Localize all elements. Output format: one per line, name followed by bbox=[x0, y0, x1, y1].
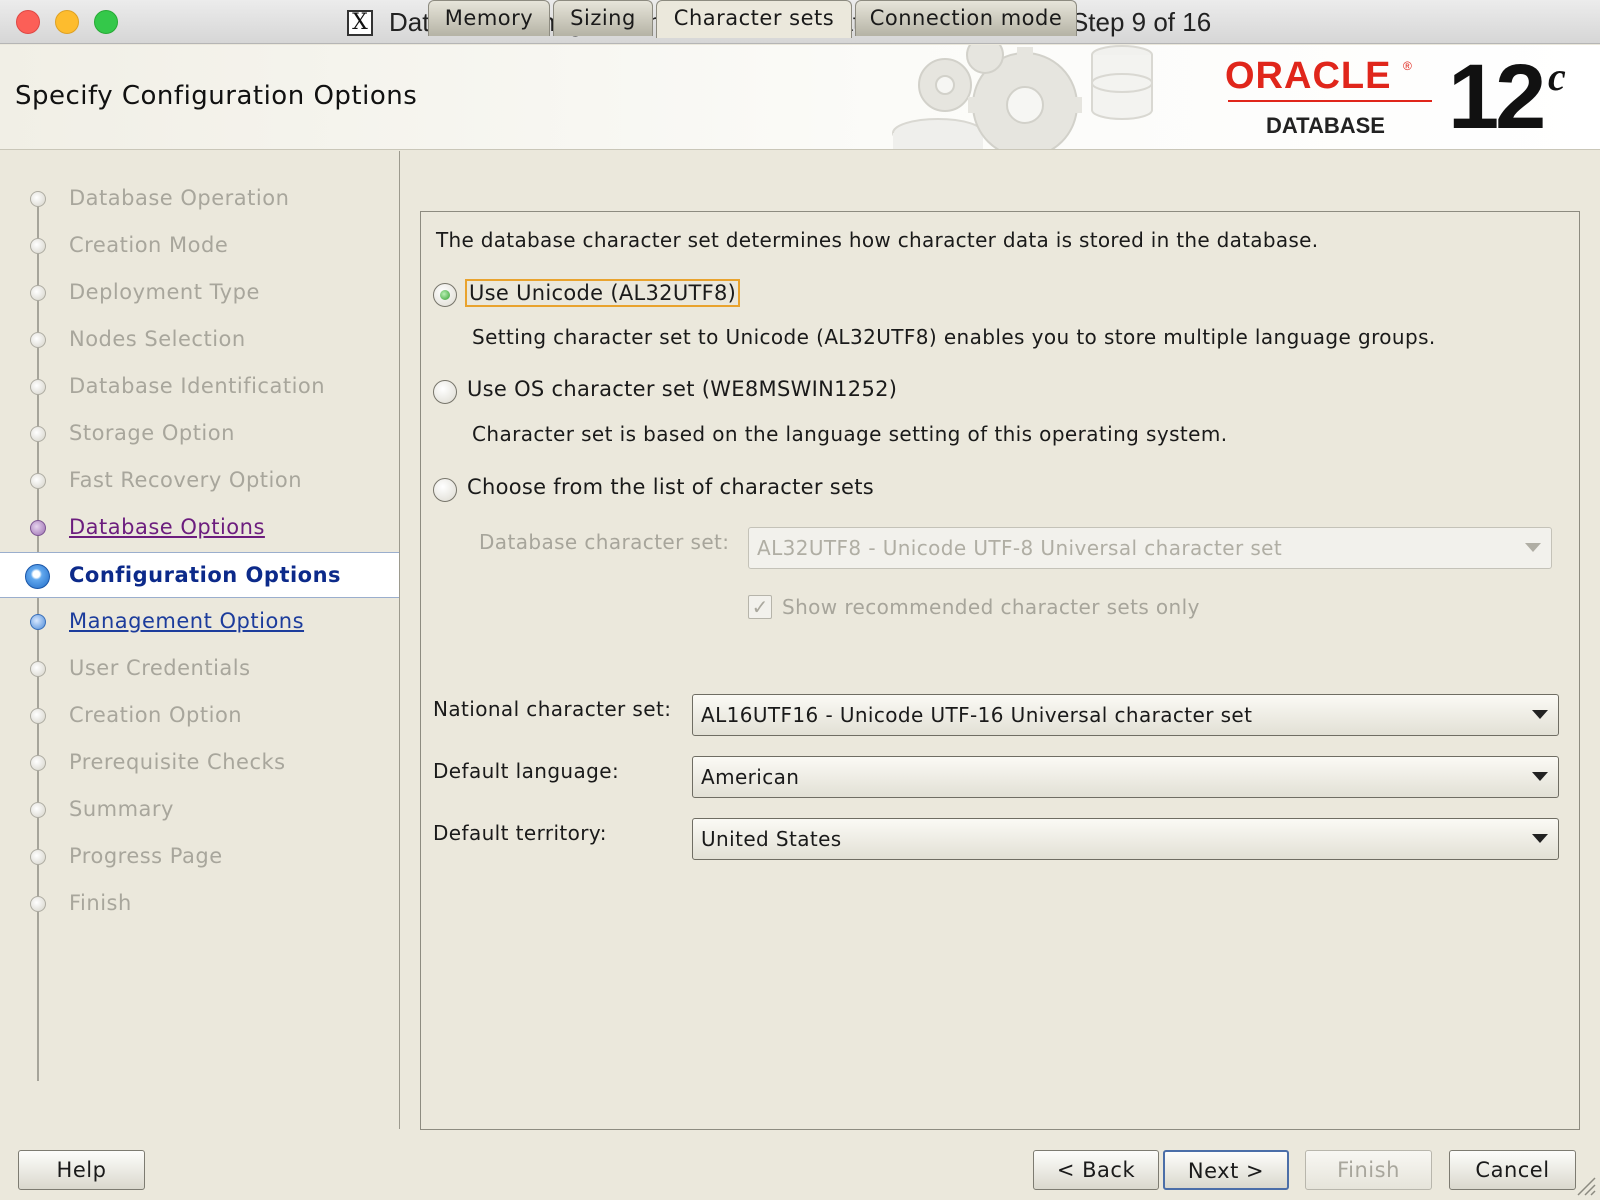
step-dot-icon bbox=[30, 285, 46, 301]
default-territory-select[interactable]: United States bbox=[692, 818, 1559, 860]
zoom-window-button[interactable] bbox=[94, 10, 118, 34]
national-charset-select[interactable]: AL16UTF16 - Unicode UTF-16 Universal cha… bbox=[692, 694, 1559, 736]
steps-panel: Database Operation Creation Mode Deploym… bbox=[0, 151, 400, 1129]
step-dot-icon bbox=[30, 473, 46, 489]
tab-connection-mode[interactable]: Connection mode bbox=[855, 0, 1077, 36]
step-creation-option: Creation Option bbox=[0, 693, 399, 739]
tab-character-sets[interactable]: Character sets bbox=[656, 0, 852, 38]
db-charset-select[interactable]: AL32UTF8 - Unicode UTF-8 Universal chara… bbox=[748, 527, 1552, 569]
step-dot-icon bbox=[30, 379, 46, 395]
show-recommended-checkbox[interactable]: ✓ bbox=[748, 595, 772, 619]
charset-intro-text: The database character set determines ho… bbox=[436, 228, 1319, 252]
finish-button: Finish bbox=[1305, 1150, 1432, 1190]
unicode-radio[interactable] bbox=[433, 283, 457, 307]
step-database-operation: Database Operation bbox=[0, 176, 399, 222]
oracle-logo-rule bbox=[1228, 100, 1432, 102]
minimize-window-button[interactable] bbox=[55, 10, 79, 34]
step-dot-icon bbox=[30, 332, 46, 348]
step-progress-page: Progress Page bbox=[0, 834, 399, 880]
chevron-down-icon bbox=[1532, 772, 1548, 781]
header-banner: Specify Configuration Options ORACLE ® D… bbox=[0, 45, 1600, 150]
national-charset-value: AL16UTF16 - Unicode UTF-16 Universal cha… bbox=[701, 703, 1253, 727]
tab-memory[interactable]: Memory bbox=[428, 0, 550, 36]
chevron-down-icon bbox=[1532, 834, 1548, 843]
default-language-label: Default language: bbox=[433, 759, 620, 783]
default-territory-value: United States bbox=[701, 827, 842, 851]
os-charset-description: Character set is based on the language s… bbox=[472, 422, 1228, 446]
step-dot-icon bbox=[30, 849, 46, 865]
step-nodes-selection: Nodes Selection bbox=[0, 317, 399, 363]
show-recommended-label[interactable]: Show recommended character sets only bbox=[782, 595, 1200, 619]
step-storage-option: Storage Option bbox=[0, 411, 399, 457]
step-database-options[interactable]: Database Options bbox=[0, 505, 399, 551]
cancel-button[interactable]: Cancel bbox=[1449, 1150, 1576, 1190]
gears-graphic-icon bbox=[892, 45, 1153, 149]
step-dot-icon bbox=[30, 755, 46, 771]
current-step-indicator-icon bbox=[25, 564, 50, 589]
step-dot-icon bbox=[30, 426, 46, 442]
step-dot-icon bbox=[30, 238, 46, 254]
step-dot-icon bbox=[30, 191, 46, 207]
tab-sizing[interactable]: Sizing bbox=[553, 0, 653, 36]
unicode-description: Setting character set to Unicode (AL32UT… bbox=[472, 325, 1436, 349]
oracle-logo-product: DATABASE bbox=[1266, 113, 1385, 138]
default-territory-label: Default territory: bbox=[433, 821, 607, 845]
step-prerequisite-checks: Prerequisite Checks bbox=[0, 740, 399, 786]
step-user-credentials: User Credentials bbox=[0, 646, 399, 692]
page-heading: Specify Configuration Options bbox=[15, 81, 418, 111]
step-creation-mode: Creation Mode bbox=[0, 223, 399, 269]
choose-charset-radio-label[interactable]: Choose from the list of character sets bbox=[467, 475, 874, 499]
default-language-value: American bbox=[701, 765, 800, 789]
close-window-button[interactable] bbox=[16, 10, 40, 34]
step-dot-icon bbox=[30, 614, 46, 630]
unicode-radio-label[interactable]: Use Unicode (AL32UTF8) bbox=[465, 279, 741, 307]
oracle-logo-version: 12 bbox=[1448, 46, 1546, 148]
next-button[interactable]: Next > bbox=[1163, 1150, 1289, 1190]
db-charset-value: AL32UTF8 - Unicode UTF-8 Universal chara… bbox=[757, 536, 1283, 560]
oracle-logo-version-sup: c bbox=[1548, 54, 1566, 99]
os-charset-radio[interactable] bbox=[433, 380, 457, 404]
choose-charset-radio[interactable] bbox=[433, 478, 457, 502]
oracle-trademark: ® bbox=[1403, 59, 1412, 73]
step-deployment-type: Deployment Type bbox=[0, 270, 399, 316]
step-configuration-options[interactable]: Configuration Options bbox=[0, 552, 399, 598]
chevron-down-icon bbox=[1532, 710, 1548, 719]
step-dot-icon bbox=[30, 520, 46, 536]
step-fast-recovery-option: Fast Recovery Option bbox=[0, 458, 399, 504]
oracle-logo-wordmark: ORACLE bbox=[1225, 55, 1392, 97]
step-summary: Summary bbox=[0, 787, 399, 833]
resize-grip-icon[interactable] bbox=[1574, 1174, 1596, 1196]
step-dot-icon bbox=[30, 802, 46, 818]
step-dot-icon bbox=[30, 661, 46, 677]
x11-app-icon: X bbox=[347, 10, 373, 36]
db-charset-label: Database character set: bbox=[479, 530, 730, 554]
chevron-down-icon bbox=[1525, 543, 1541, 552]
default-language-select[interactable]: American bbox=[692, 756, 1559, 798]
step-dot-icon bbox=[30, 896, 46, 912]
national-charset-label: National character set: bbox=[433, 697, 672, 721]
step-management-options[interactable]: Management Options bbox=[0, 599, 399, 645]
back-button[interactable]: < Back bbox=[1033, 1150, 1159, 1190]
step-finish: Finish bbox=[0, 881, 399, 927]
os-charset-radio-label[interactable]: Use OS character set (WE8MSWIN1252) bbox=[467, 377, 897, 401]
step-dot-icon bbox=[30, 708, 46, 724]
step-database-identification: Database Identification bbox=[0, 364, 399, 410]
help-button[interactable]: Help bbox=[18, 1150, 145, 1190]
